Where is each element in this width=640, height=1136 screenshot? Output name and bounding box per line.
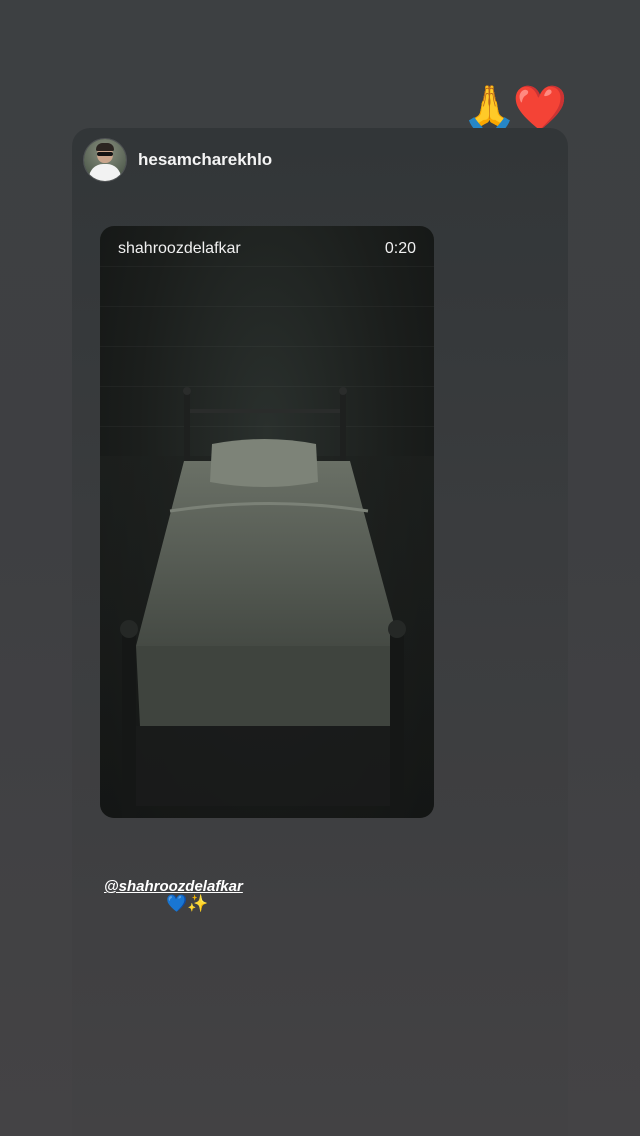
video-preview[interactable]: shahroozdelafkar 0:20	[100, 226, 434, 818]
mention-link[interactable]: @shahroozdelafkar	[104, 878, 243, 895]
author-username[interactable]: hesamcharekhlo	[138, 150, 272, 170]
video-username[interactable]: shahroozdelafkar	[118, 240, 241, 258]
post-author-header[interactable]: hesamcharekhlo	[84, 138, 272, 182]
video-duration: 0:20	[384, 240, 416, 257]
avatar[interactable]	[84, 139, 126, 181]
caption-emojis: 💙✨	[166, 894, 209, 914]
bed-image	[100, 387, 434, 818]
reaction-emoji-sticker: 🙏❤️	[462, 83, 568, 134]
